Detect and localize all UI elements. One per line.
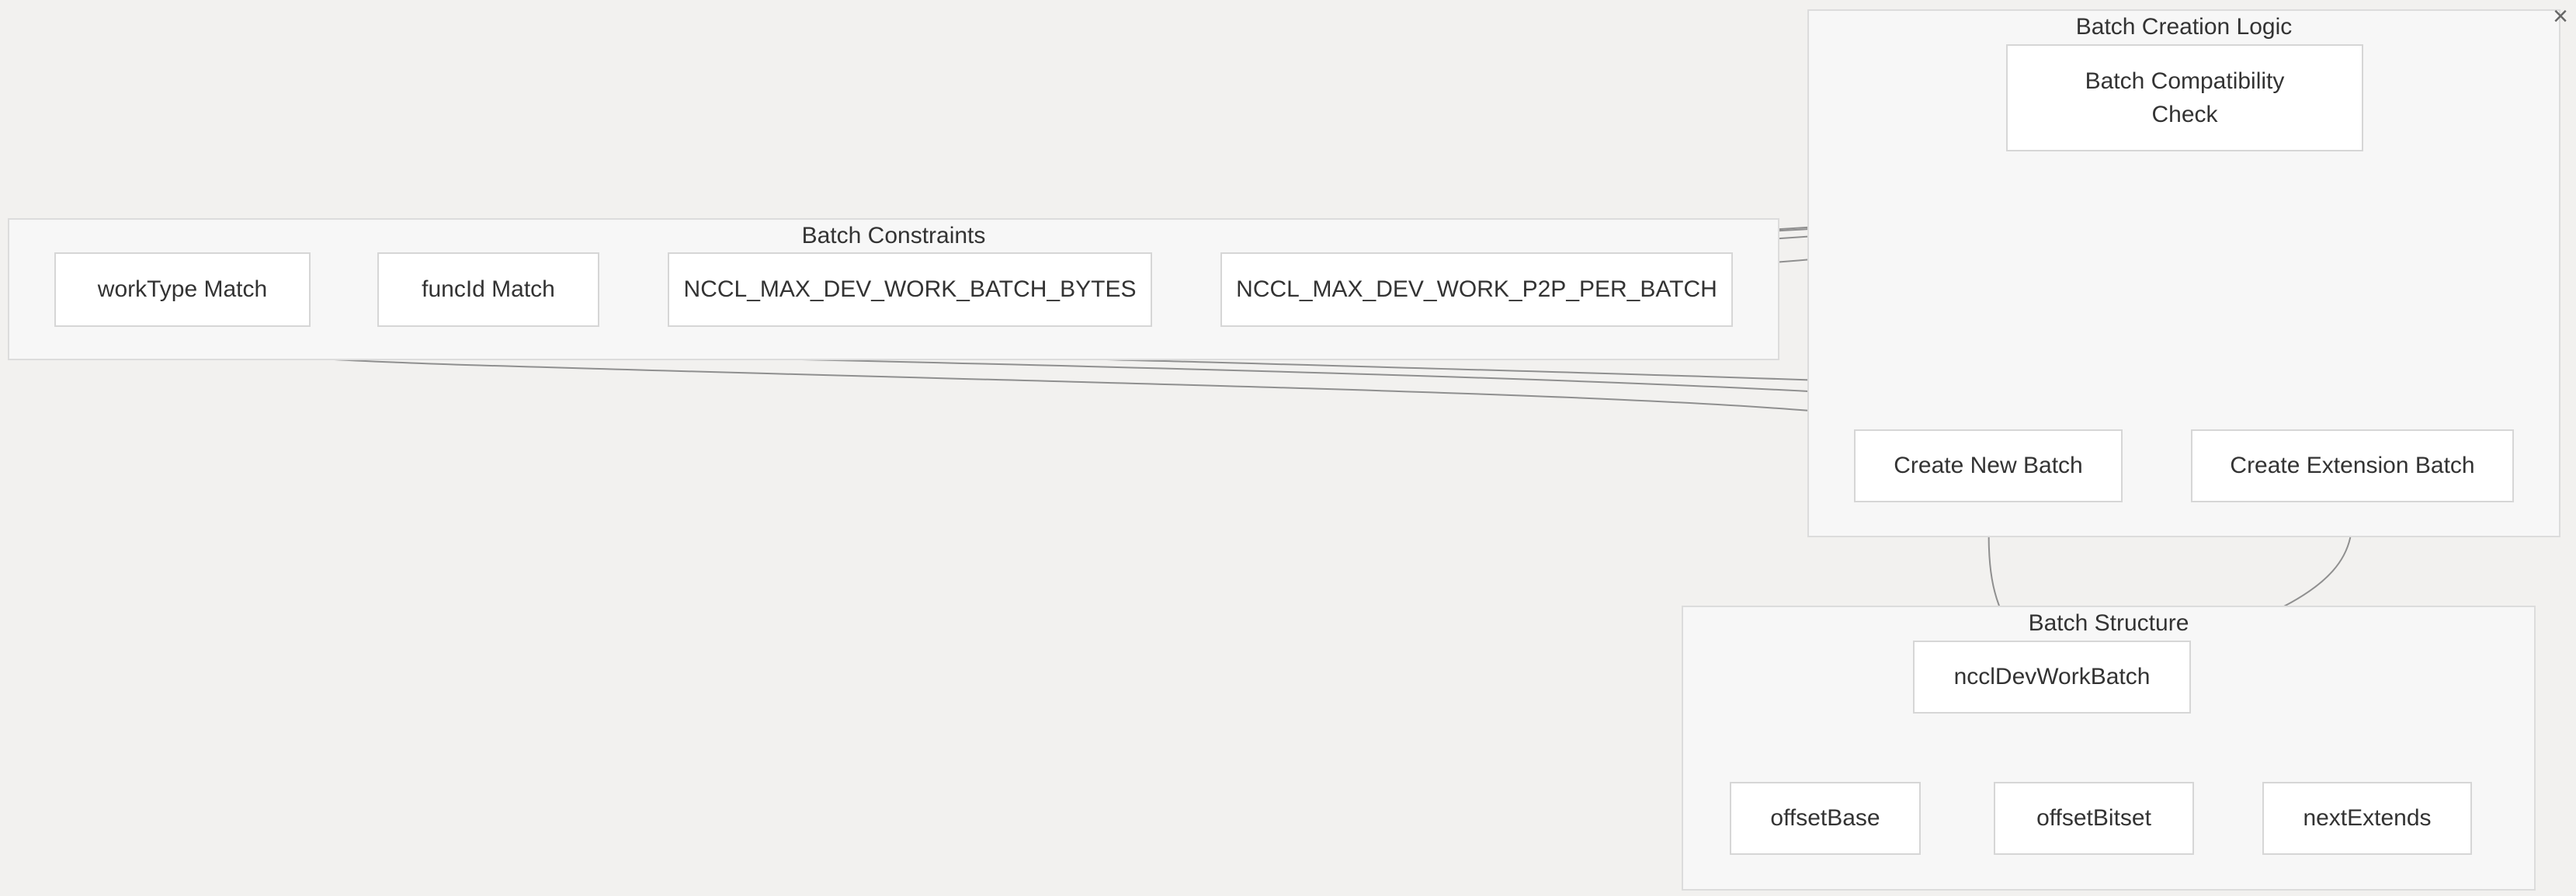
node-offset-bitset[interactable]: offsetBitset	[1994, 782, 2194, 855]
node-worktype-match[interactable]: workType Match	[54, 252, 311, 327]
node-label: Batch Compatibility Check	[2085, 68, 2285, 128]
cluster-title: Batch Constraints	[801, 223, 986, 248]
node-create-extension-batch[interactable]: Create Extension Batch	[2191, 429, 2514, 502]
node-next-extends[interactable]: nextExtends	[2262, 782, 2472, 855]
node-label: NCCL_MAX_DEV_WORK_P2P_PER_BATCH	[1236, 276, 1717, 303]
close-icon[interactable]: ×	[2553, 2, 2568, 32]
node-max-dev-work-batch-bytes[interactable]: NCCL_MAX_DEV_WORK_BATCH_BYTES	[668, 252, 1152, 327]
node-create-new-batch[interactable]: Create New Batch	[1854, 429, 2123, 502]
node-label: offsetBitset	[2036, 805, 2151, 832]
node-batch-compatibility-check[interactable]: Batch Compatibility Check	[2006, 44, 2363, 151]
node-max-dev-work-p2p-per-batch[interactable]: NCCL_MAX_DEV_WORK_P2P_PER_BATCH	[1220, 252, 1733, 327]
node-funcid-match[interactable]: funcId Match	[377, 252, 599, 327]
node-label: funcId Match	[422, 276, 555, 303]
node-label: ncclDevWorkBatch	[1953, 664, 2151, 690]
node-offset-base[interactable]: offsetBase	[1730, 782, 1921, 855]
node-label: workType Match	[97, 276, 268, 303]
node-label: nextExtends	[2303, 805, 2432, 832]
node-label: offsetBase	[1770, 805, 1880, 832]
node-nccl-dev-work-batch[interactable]: ncclDevWorkBatch	[1913, 641, 2191, 714]
node-label: Create New Batch	[1894, 453, 2083, 479]
node-label: Create Extension Batch	[2230, 453, 2475, 479]
cluster-title: Batch Creation Logic	[2075, 14, 2293, 40]
cluster-title: Batch Structure	[2028, 610, 2189, 636]
node-label: NCCL_MAX_DEV_WORK_BATCH_BYTES	[683, 276, 1137, 303]
